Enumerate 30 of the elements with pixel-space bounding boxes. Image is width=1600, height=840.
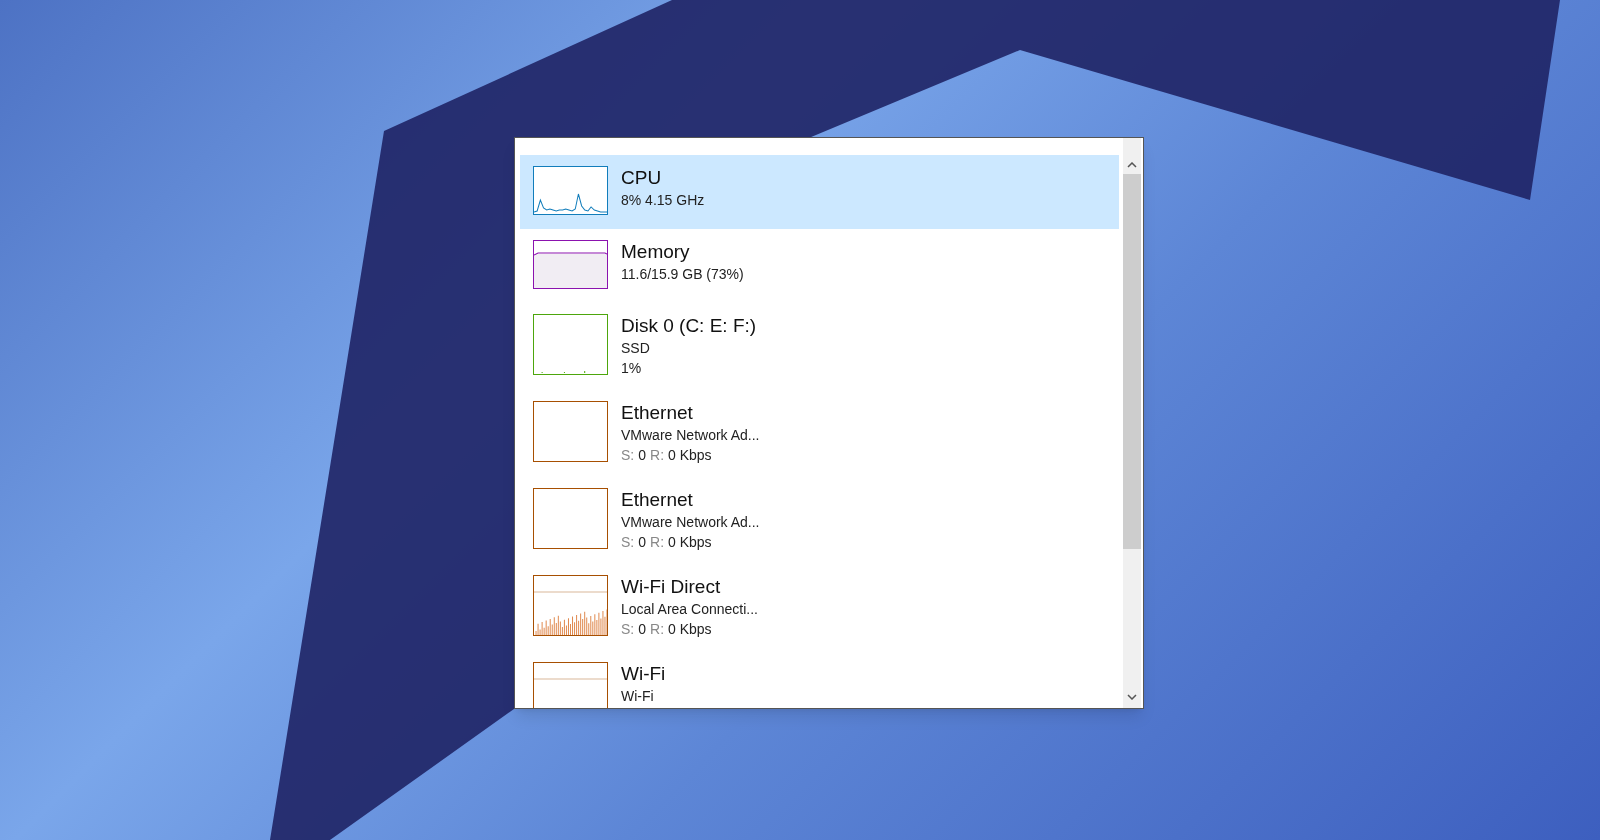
item-detail: 11.6/15.9 GB (73%)	[621, 265, 744, 284]
item-detail: 8% 4.15 GHz	[621, 191, 705, 210]
receive-value: 0 Kbps	[668, 533, 712, 552]
item-detail: VMware Network Ad...	[621, 513, 760, 532]
scroll-thumb[interactable]	[1123, 174, 1141, 549]
scrollbar[interactable]	[1123, 138, 1141, 708]
send-value: 0	[638, 620, 647, 639]
performance-item[interactable]: CPU 8% 4.15 GHz	[520, 155, 1119, 229]
receive-label: R:	[650, 620, 665, 639]
send-label: S:	[621, 620, 635, 639]
item-title: Wi-Fi Direct	[621, 575, 722, 599]
item-detail: VMware Network Ad...	[621, 426, 760, 445]
item-title: Ethernet	[621, 488, 694, 512]
send-value: 0	[638, 446, 647, 465]
receive-value: 0 Kbps	[668, 446, 712, 465]
receive-value: 0 Kbps	[668, 620, 712, 639]
item-title: CPU	[621, 166, 663, 190]
send-value: 0	[638, 533, 647, 552]
send-label: S:	[621, 446, 635, 465]
receive-label: R:	[650, 446, 665, 465]
item-detail: 1%	[621, 359, 643, 378]
receive-label: R:	[650, 533, 665, 552]
item-title: Ethernet	[621, 401, 694, 425]
item-title: Memory	[621, 240, 691, 264]
item-title: Disk 0 (C: E: F:)	[621, 314, 757, 338]
item-title: Wi-Fi	[621, 662, 666, 686]
item-detail: Wi-Fi	[621, 687, 655, 706]
item-detail: Local Area Connecti...	[621, 600, 758, 619]
item-detail: SSD	[621, 339, 651, 358]
send-label: S:	[621, 533, 635, 552]
